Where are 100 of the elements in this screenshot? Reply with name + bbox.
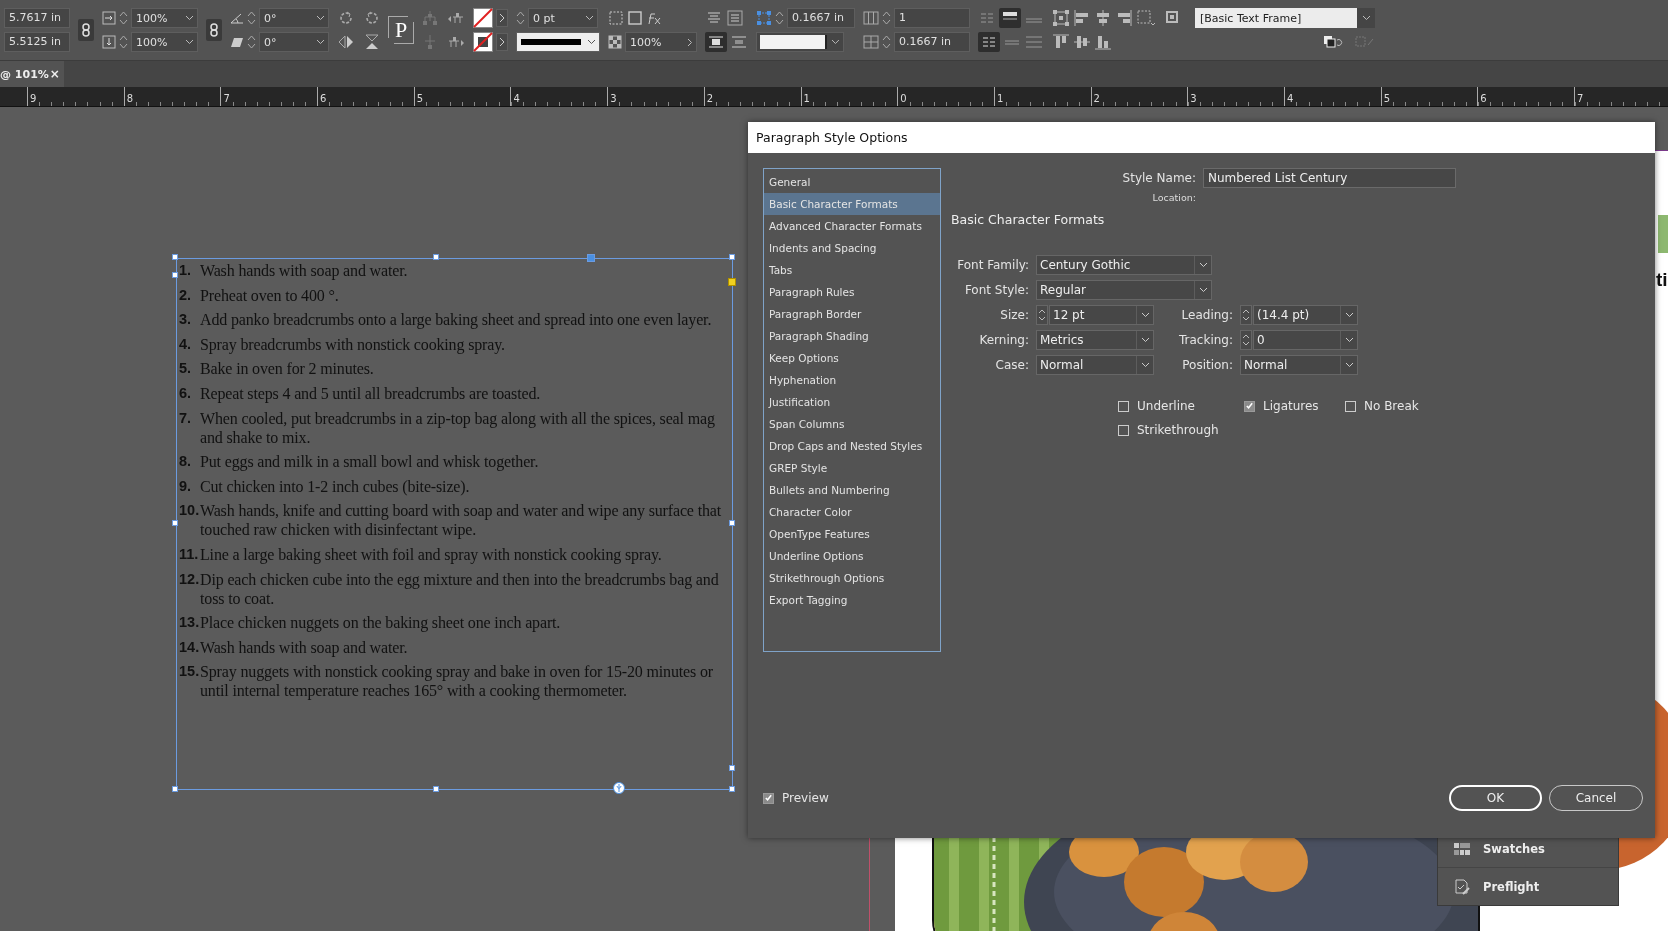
align-lines-icon[interactable]: [726, 9, 744, 27]
resize-handle[interactable]: [729, 786, 735, 792]
spinner-icon[interactable]: [775, 10, 784, 26]
resize-handle[interactable]: [433, 786, 439, 792]
category-item[interactable]: Drop Caps and Nested Styles: [764, 435, 940, 457]
anchor-icon[interactable]: [613, 782, 625, 794]
angle-icon[interactable]: [230, 11, 244, 25]
columns-icon[interactable]: [863, 10, 879, 26]
category-item[interactable]: Keep Options: [764, 347, 940, 369]
constrain-button[interactable]: [206, 19, 222, 41]
inset-icon[interactable]: [756, 10, 772, 26]
scale-y-field[interactable]: 100%: [131, 32, 198, 52]
category-item[interactable]: Span Columns: [764, 413, 940, 435]
stroke-weight-field[interactable]: 0 pt: [528, 8, 598, 28]
category-item[interactable]: GREP Style: [764, 457, 940, 479]
category-item[interactable]: Advanced Character Formats: [764, 215, 940, 237]
dropdown-field[interactable]: Metrics: [1036, 330, 1154, 350]
align-lines-icon[interactable]: [1024, 33, 1044, 51]
align-top-icon[interactable]: [1052, 33, 1070, 51]
spinner-icon[interactable]: [882, 34, 891, 50]
combo-field[interactable]: (14.4 pt): [1253, 305, 1358, 325]
justify-button[interactable]: [978, 32, 1000, 52]
close-icon[interactable]: ×: [49, 67, 60, 81]
category-item[interactable]: General: [764, 171, 940, 193]
auto-size-icon[interactable]: [1052, 9, 1070, 27]
category-item[interactable]: Paragraph Rules: [764, 281, 940, 303]
category-item[interactable]: Basic Character Formats: [764, 193, 940, 215]
shear-field[interactable]: 0°: [259, 32, 329, 52]
corner-options-handle[interactable]: [728, 278, 736, 286]
scale-width-icon[interactable]: [102, 11, 116, 25]
rotate-icon[interactable]: [337, 9, 355, 27]
resize-handle[interactable]: [172, 786, 178, 792]
select-container-icon[interactable]: [421, 9, 439, 27]
category-item[interactable]: Indents and Spacing: [764, 237, 940, 259]
document-tab[interactable]: @ 101%×: [0, 61, 64, 87]
text-wrap-icon[interactable]: [730, 33, 748, 51]
out-port[interactable]: [729, 765, 735, 771]
spinner-icon[interactable]: [1240, 330, 1252, 350]
spinner-icon[interactable]: [882, 10, 891, 26]
resize-handle[interactable]: [172, 254, 178, 260]
align-center-icon[interactable]: [1094, 9, 1112, 27]
x-position-field[interactable]: 5.7617 in: [4, 8, 70, 28]
chevron-right-icon[interactable]: [496, 9, 508, 27]
checkbox[interactable]: [1118, 424, 1129, 436]
gutter-field[interactable]: 0.1667 in: [894, 32, 970, 52]
spinner-icon[interactable]: [119, 34, 128, 50]
spinner-icon[interactable]: [516, 10, 525, 26]
category-item[interactable]: Export Tagging: [764, 589, 940, 611]
checkbox[interactable]: [1244, 400, 1255, 412]
dropdown-field[interactable]: Normal: [1240, 355, 1358, 375]
align-middle-icon[interactable]: [1073, 33, 1091, 51]
stroke-none-swatch[interactable]: [473, 32, 493, 52]
ok-button[interactable]: OK: [1449, 785, 1542, 811]
opacity-icon[interactable]: [608, 35, 622, 49]
style-name-field[interactable]: Numbered List Century: [1203, 168, 1456, 188]
category-item[interactable]: Justification: [764, 391, 940, 413]
align-right-icon[interactable]: [1115, 9, 1133, 27]
frame-fitting-icon[interactable]: [608, 10, 624, 26]
frame-icon[interactable]: [1136, 9, 1156, 27]
checkbox[interactable]: [1345, 400, 1356, 412]
category-item[interactable]: Hyphenation: [764, 369, 940, 391]
combo-field[interactable]: 12 pt: [1049, 305, 1154, 325]
category-item[interactable]: Tabs: [764, 259, 940, 281]
resize-handle[interactable]: [172, 520, 178, 526]
inset-field[interactable]: 0.1667 in: [787, 8, 855, 28]
rotation-field[interactable]: 0°: [259, 8, 329, 28]
resize-handle[interactable]: [433, 254, 439, 260]
spinner-icon[interactable]: [119, 10, 128, 26]
frame-icon[interactable]: [627, 10, 643, 26]
in-port[interactable]: [172, 272, 178, 278]
category-item[interactable]: Character Color: [764, 501, 940, 523]
object-style-dropdown[interactable]: [Basic Text Frame]: [1195, 8, 1375, 28]
color-field[interactable]: [756, 32, 844, 52]
resize-handle[interactable]: [729, 520, 735, 526]
category-item[interactable]: Underline Options: [764, 545, 940, 567]
fill-none-swatch[interactable]: [473, 8, 493, 28]
constrain-button[interactable]: [78, 19, 94, 41]
category-item[interactable]: Paragraph Shading: [764, 325, 940, 347]
flip-vertical-icon[interactable]: [363, 33, 381, 51]
resize-handle[interactable]: [729, 254, 735, 260]
opacity-field[interactable]: 100%: [625, 32, 697, 52]
spinner-icon[interactable]: [247, 34, 256, 50]
checkbox[interactable]: [763, 792, 774, 804]
stroke-type-dropdown[interactable]: [516, 32, 600, 52]
category-item[interactable]: Bullets and Numbering: [764, 479, 940, 501]
dropdown-field[interactable]: Normal: [1036, 355, 1154, 375]
clear-overrides-icon[interactable]: [1323, 35, 1345, 49]
align-left-icon[interactable]: [1073, 9, 1091, 27]
dropdown-field[interactable]: Regular: [1036, 280, 1212, 300]
spinner-icon[interactable]: [247, 10, 256, 26]
y-position-field[interactable]: 5.5125 in: [4, 32, 70, 52]
combo-field[interactable]: 0: [1253, 330, 1358, 350]
corner-handle[interactable]: [587, 254, 595, 262]
reference-point-button[interactable]: P: [389, 17, 413, 43]
chevron-right-icon[interactable]: [496, 33, 508, 51]
checkbox[interactable]: [1118, 400, 1129, 412]
shear-icon[interactable]: [230, 35, 244, 49]
category-item[interactable]: Strikethrough Options: [764, 567, 940, 589]
columns-field[interactable]: 1: [894, 8, 970, 28]
spinner-icon[interactable]: [1036, 305, 1048, 325]
